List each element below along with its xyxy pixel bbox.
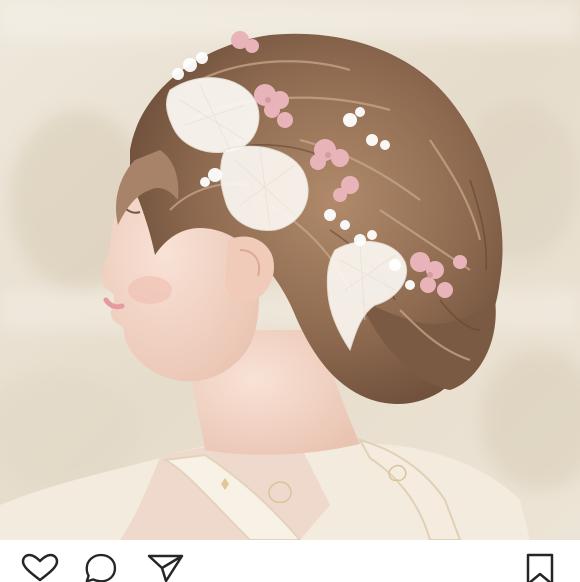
post-action-bar — [0, 540, 580, 582]
post-photo[interactable] — [0, 0, 580, 540]
bookmark-icon — [526, 553, 554, 582]
save-button[interactable] — [520, 553, 560, 582]
paper-plane-icon — [147, 554, 184, 582]
comment-button[interactable] — [82, 553, 122, 582]
heart-icon — [21, 553, 59, 582]
share-button[interactable] — [146, 554, 186, 582]
post-photo-illustration — [0, 0, 580, 540]
speech-bubble-icon — [85, 553, 117, 582]
like-button[interactable] — [20, 553, 60, 582]
